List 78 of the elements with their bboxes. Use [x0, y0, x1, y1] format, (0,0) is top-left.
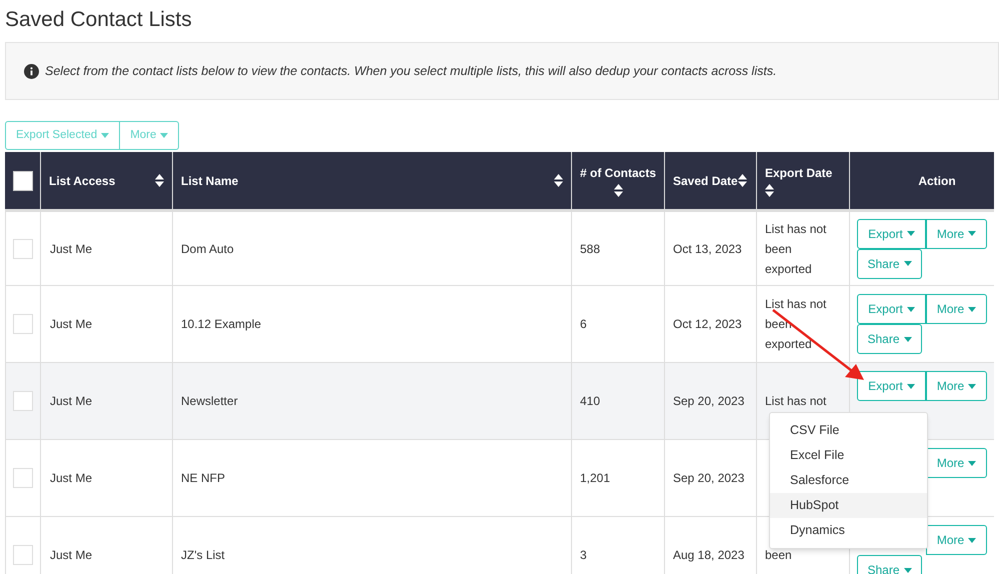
table-cell-text: 588 [580, 240, 600, 258]
caret-icon [101, 133, 110, 138]
table-cell-text: Aug 18, 2023 [673, 547, 744, 564]
table-cell-text: List has not [765, 393, 828, 410]
menu-item[interactable]: Dynamics [770, 518, 927, 543]
info-text: Select from the contact lists below to view the contacts. When you select multiple lists, this will also dedup your contacts across lists. [45, 62, 777, 80]
caret-icon [968, 384, 976, 388]
info-icon [24, 64, 39, 78]
sort-icon[interactable] [765, 184, 774, 197]
dropdown-button[interactable]: Export Selected [5, 121, 120, 150]
table-cell-text: exported [765, 336, 813, 353]
dropdown-button[interactable]: Export [857, 294, 926, 324]
menu-item[interactable]: CSV File [770, 418, 927, 443]
table-cell-text: Dom Auto [181, 240, 234, 258]
caret-icon [906, 231, 915, 236]
sort-icon[interactable] [614, 184, 622, 197]
dropdown-button[interactable]: More [926, 371, 987, 401]
table-cell-text: exported [765, 260, 813, 278]
select-all-checkbox[interactable] [12, 170, 32, 190]
table-cell-text: 1,201 [580, 470, 610, 487]
caret-icon [904, 336, 912, 342]
table-cell-text: List has not [765, 220, 828, 238]
dropdown-button[interactable]: Export [857, 218, 926, 248]
table-cell-text: Just Me [50, 393, 92, 410]
caret-icon [968, 306, 976, 312]
dropdown-button[interactable]: More [926, 218, 987, 248]
table-cell-text: JZ's List [181, 547, 225, 564]
dropdown-button[interactable]: More [120, 121, 180, 150]
row-checkbox[interactable] [13, 545, 33, 565]
table-cell-text: 10.12 Example [181, 316, 262, 333]
table-cell-text: Just Me [50, 547, 92, 564]
caret-icon [968, 460, 976, 466]
dropdown-button[interactable]: Share [857, 248, 922, 278]
caret-icon [906, 306, 915, 312]
page-title: Saved Contact Lists [5, 7, 193, 33]
caret-icon [968, 538, 976, 542]
dropdown-button[interactable]: More [926, 294, 987, 324]
column-header: List Name [181, 172, 238, 190]
row-checkbox[interactable] [13, 468, 33, 488]
table-cell-text: Sep 20, 2023 [673, 470, 744, 487]
dropdown-button[interactable]: Share [857, 324, 922, 354]
row-checkbox[interactable] [13, 314, 33, 334]
table-cell-text: been [765, 547, 793, 564]
column-header: List Access [49, 172, 116, 190]
caret-icon [904, 261, 912, 266]
dropdown-button[interactable]: More [926, 448, 987, 478]
table-cell-text: 3 [580, 547, 587, 564]
caret-icon [904, 568, 912, 572]
sort-icon[interactable] [155, 174, 164, 187]
table-cell-text: Just Me [50, 470, 92, 487]
menu-item[interactable]: Salesforce [770, 468, 927, 493]
menu-item[interactable]: HubSpot [770, 493, 927, 518]
table-cell-text: Newsletter [181, 393, 238, 410]
caret-icon [160, 133, 168, 138]
caret-icon [906, 384, 915, 388]
table-cell-text: 6 [580, 316, 587, 333]
table-cell-text: NE NFP [181, 470, 226, 487]
table-cell-text: 410 [580, 393, 600, 410]
row-checkbox[interactable] [13, 391, 33, 411]
column-header: # of Contacts [580, 165, 656, 182]
table-cell-text: List has not [765, 296, 828, 313]
row-checkbox[interactable] [13, 238, 33, 258]
table-cell-text: been [765, 240, 793, 258]
table-cell-text: Just Me [50, 240, 92, 258]
column-header: Action [918, 172, 956, 190]
menu-item[interactable]: Excel File [770, 443, 927, 468]
column-header: Export Date [765, 165, 832, 182]
table-cell-text: Oct 12, 2023 [673, 316, 742, 333]
table-cell-text: Oct 13, 2023 [673, 240, 742, 258]
table-cell-text: Sep 20, 2023 [673, 393, 744, 410]
dropdown-button[interactable]: Share [857, 555, 922, 574]
dropdown-button[interactable]: Export [857, 371, 926, 401]
column-header: Saved Date [673, 172, 738, 190]
caret-icon [968, 231, 976, 236]
sort-icon[interactable] [554, 174, 563, 187]
dropdown-button[interactable]: More [926, 525, 987, 555]
table-cell-text: Just Me [50, 316, 92, 333]
sort-icon[interactable] [738, 174, 747, 187]
